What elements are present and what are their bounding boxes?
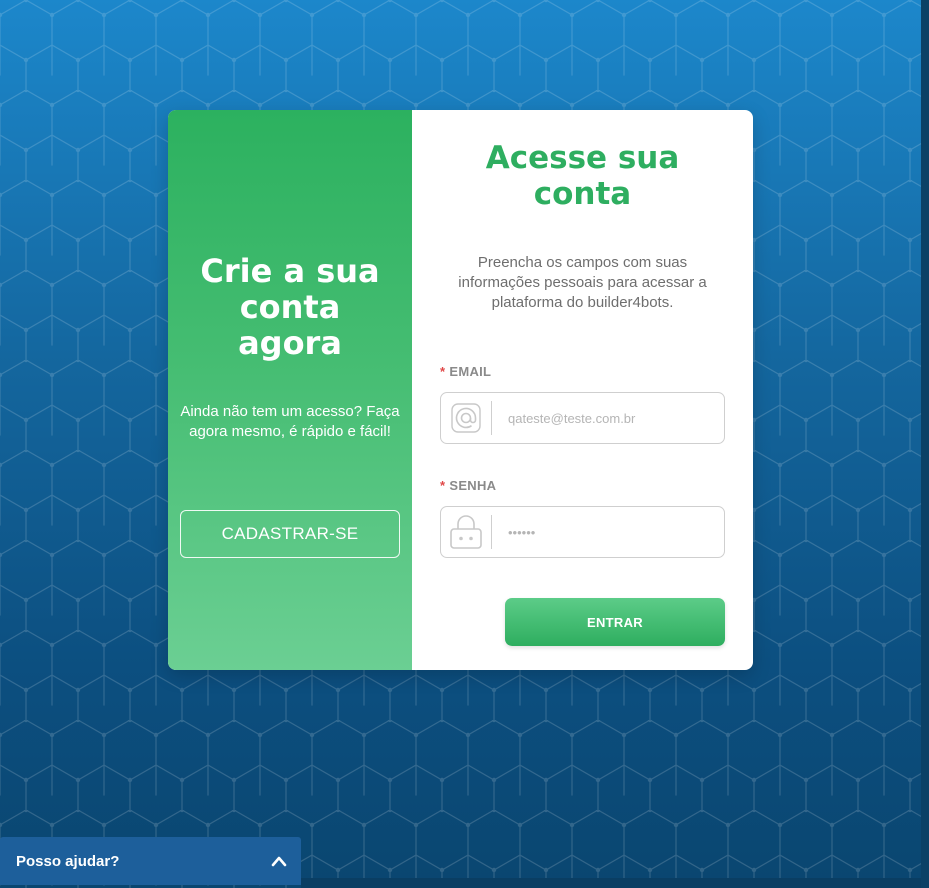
password-input[interactable] bbox=[506, 523, 710, 541]
lock-icon bbox=[441, 515, 492, 549]
required-mark: * bbox=[440, 478, 446, 493]
login-description: Preencha os campos com suas informações … bbox=[458, 254, 707, 311]
at-icon bbox=[441, 401, 492, 435]
signup-title: Crie a sua conta agora bbox=[200, 252, 380, 362]
help-label: Posso ajudar? bbox=[16, 852, 120, 870]
page-edge bbox=[921, 0, 929, 888]
email-input[interactable] bbox=[506, 409, 710, 427]
signup-subtitle: Ainda não tem um acesso? Faça agora mesm… bbox=[180, 403, 400, 440]
login-panel: Acesse sua conta Preencha os campos com … bbox=[412, 110, 753, 670]
help-chat-widget[interactable]: Posso ajudar? bbox=[0, 837, 301, 885]
required-mark: * bbox=[440, 364, 446, 379]
login-button[interactable]: ENTRAR bbox=[505, 598, 725, 646]
email-field[interactable] bbox=[440, 392, 725, 444]
signup-panel: Crie a sua conta agora Ainda não tem um … bbox=[168, 110, 412, 670]
email-label: * EMAIL bbox=[440, 364, 491, 379]
password-label-text: SENHA bbox=[449, 478, 497, 493]
email-label-text: EMAIL bbox=[449, 364, 492, 379]
signup-button[interactable]: CADASTRAR-SE bbox=[180, 510, 400, 558]
password-field[interactable] bbox=[440, 506, 725, 558]
auth-card: Crie a sua conta agora Ainda não tem um … bbox=[168, 110, 753, 670]
chevron-up-icon[interactable] bbox=[271, 852, 287, 871]
password-label: * SENHA bbox=[440, 478, 496, 493]
login-title: Acesse sua conta bbox=[485, 140, 680, 212]
bottom-strip bbox=[301, 878, 921, 888]
